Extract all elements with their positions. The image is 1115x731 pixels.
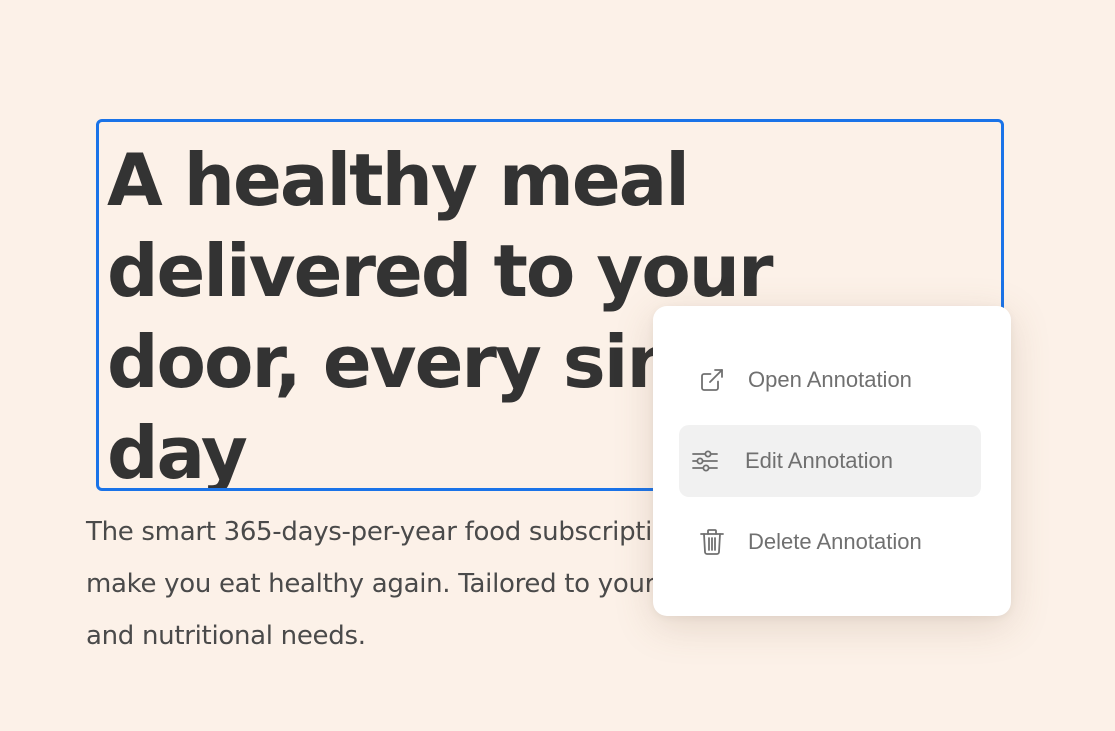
annotation-context-menu: Open Annotation Edit Annotation Delete A… bbox=[653, 306, 1011, 616]
edit-annotation-label: Edit Annotation bbox=[745, 448, 894, 473]
edit-annotation-menu-item[interactable]: Edit Annotation bbox=[679, 425, 981, 497]
open-annotation-label: Open Annotation bbox=[748, 367, 912, 392]
trash-icon bbox=[697, 527, 727, 557]
delete-annotation-menu-item[interactable]: Delete Annotation bbox=[679, 506, 981, 578]
sliders-icon bbox=[690, 446, 720, 476]
headline-line: A healthy meal bbox=[107, 138, 690, 222]
open-annotation-menu-item[interactable]: Open Annotation bbox=[679, 344, 981, 416]
external-link-icon bbox=[697, 365, 727, 395]
description-line: and nutritional needs. bbox=[86, 621, 366, 651]
delete-annotation-label: Delete Annotation bbox=[748, 529, 922, 554]
headline-line: delivered to your bbox=[107, 229, 774, 313]
